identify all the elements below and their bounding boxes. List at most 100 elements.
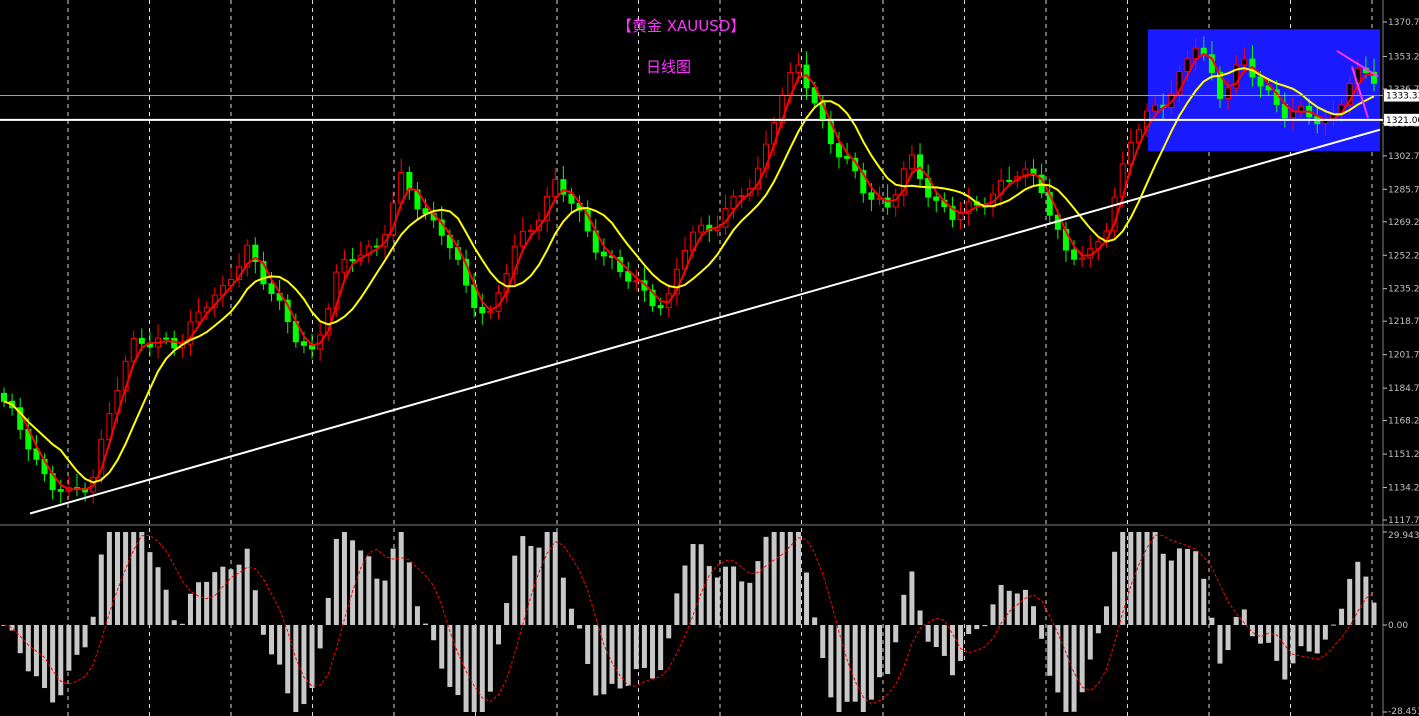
histogram-bar <box>1339 608 1345 625</box>
candle-body <box>163 337 170 340</box>
histogram-bar <box>252 590 258 625</box>
tick-label: 1235.20 <box>1388 285 1419 295</box>
candle-body <box>138 337 145 344</box>
histogram-bar <box>520 536 526 625</box>
histogram-bar <box>763 536 769 625</box>
histogram-bar <box>1185 548 1191 625</box>
histogram-bar <box>804 572 810 625</box>
histogram-bar <box>812 617 818 625</box>
histogram-bar <box>1006 590 1012 625</box>
histogram-bar <box>1120 532 1126 625</box>
histogram-bar <box>366 556 372 625</box>
tick-label: 1285.70 <box>1388 185 1419 195</box>
histogram-bar <box>1071 625 1077 712</box>
tick-label: 1218.70 <box>1388 317 1419 327</box>
histogram-bar <box>82 625 88 648</box>
tick-label: 1252.20 <box>1388 251 1419 261</box>
histogram-bar <box>877 625 883 678</box>
histogram-bar <box>1290 625 1296 664</box>
histogram-bar <box>925 625 931 642</box>
histogram-bar <box>633 625 639 670</box>
candle-body <box>57 489 64 492</box>
histogram-bar <box>98 554 104 625</box>
histogram-bar <box>650 625 656 679</box>
histogram-bar <box>641 625 647 668</box>
histogram-bar <box>536 547 542 625</box>
indicator-axis: 29.943 0.00 -28.453 <box>1383 531 1419 716</box>
candlesticks <box>1 36 1377 504</box>
histogram-bar <box>358 550 364 625</box>
histogram-bar <box>277 625 283 665</box>
histogram-bar <box>260 625 266 635</box>
histogram-bar <box>196 582 202 625</box>
histogram-bar <box>463 625 469 712</box>
histogram-bar <box>1330 624 1336 626</box>
candle-body <box>795 64 802 73</box>
histogram-bar <box>795 532 801 625</box>
histogram-bar <box>974 625 980 630</box>
histogram-bar <box>90 616 96 625</box>
histogram-bar <box>1014 593 1020 625</box>
histogram-bar <box>860 625 866 712</box>
histogram-bar <box>544 532 550 625</box>
histogram-bar <box>836 625 842 712</box>
candle-body <box>552 179 559 197</box>
histogram-bar <box>382 580 388 625</box>
candle-body <box>1 392 7 402</box>
histogram-bar <box>269 625 275 655</box>
histogram-bar <box>1128 532 1134 625</box>
histogram-bar <box>423 623 429 625</box>
candle-body <box>300 341 307 346</box>
histogram-bar <box>1087 625 1093 660</box>
candle-body <box>1152 104 1159 112</box>
histogram-bar <box>828 625 834 698</box>
histogram-bar <box>155 567 161 625</box>
candle-body <box>1257 76 1264 87</box>
candle-body <box>730 195 737 210</box>
histogram-bar <box>755 561 761 625</box>
histogram-bar <box>66 625 72 671</box>
histogram-bar <box>147 552 153 625</box>
histogram-bar <box>1022 589 1028 625</box>
histogram-bar <box>131 532 137 625</box>
histogram-bar <box>966 625 972 634</box>
histogram-bar <box>990 604 996 625</box>
histogram-bar <box>301 625 307 705</box>
candle-body <box>908 154 915 170</box>
tick-label: 1370.70 <box>1388 18 1419 28</box>
candle-body <box>1079 257 1086 260</box>
histogram-bar <box>1176 548 1182 625</box>
candle-body <box>657 305 664 309</box>
tick-label: 1302.70 <box>1388 152 1419 162</box>
candle-body <box>130 337 137 362</box>
histogram-bar <box>25 625 31 672</box>
histogram-bar <box>658 625 664 671</box>
histogram-bar <box>504 603 510 625</box>
candle-body <box>844 156 851 159</box>
histogram-bar <box>1274 625 1280 661</box>
histogram-bar <box>1306 625 1312 652</box>
histogram-bar <box>123 532 129 625</box>
histogram-bar <box>220 566 226 625</box>
price-marker-label: 1333.33 <box>1386 92 1419 102</box>
histogram-bar <box>479 625 485 712</box>
histogram-bar <box>1193 551 1199 625</box>
histogram-bar <box>706 566 712 625</box>
histogram-bar <box>171 620 177 625</box>
histogram-bar <box>74 625 80 655</box>
histogram-bar <box>698 544 704 625</box>
histogram-bar <box>1136 532 1142 625</box>
tick-label: 29.943 <box>1388 531 1419 541</box>
histogram-bar <box>577 625 583 629</box>
histogram-bar <box>1168 560 1174 625</box>
histogram-bar <box>1055 625 1061 693</box>
histogram-bar <box>1347 578 1353 625</box>
histogram-bar <box>106 532 112 625</box>
histogram-bar <box>666 625 672 639</box>
chart-canvas: 1370.701353.201336.701319.201302.701285.… <box>0 0 1419 716</box>
histogram-bar <box>747 582 753 625</box>
histogram-bar <box>1063 625 1069 712</box>
histogram-bar <box>731 566 737 625</box>
histogram-bar <box>771 532 777 625</box>
histogram-bar <box>333 538 339 625</box>
